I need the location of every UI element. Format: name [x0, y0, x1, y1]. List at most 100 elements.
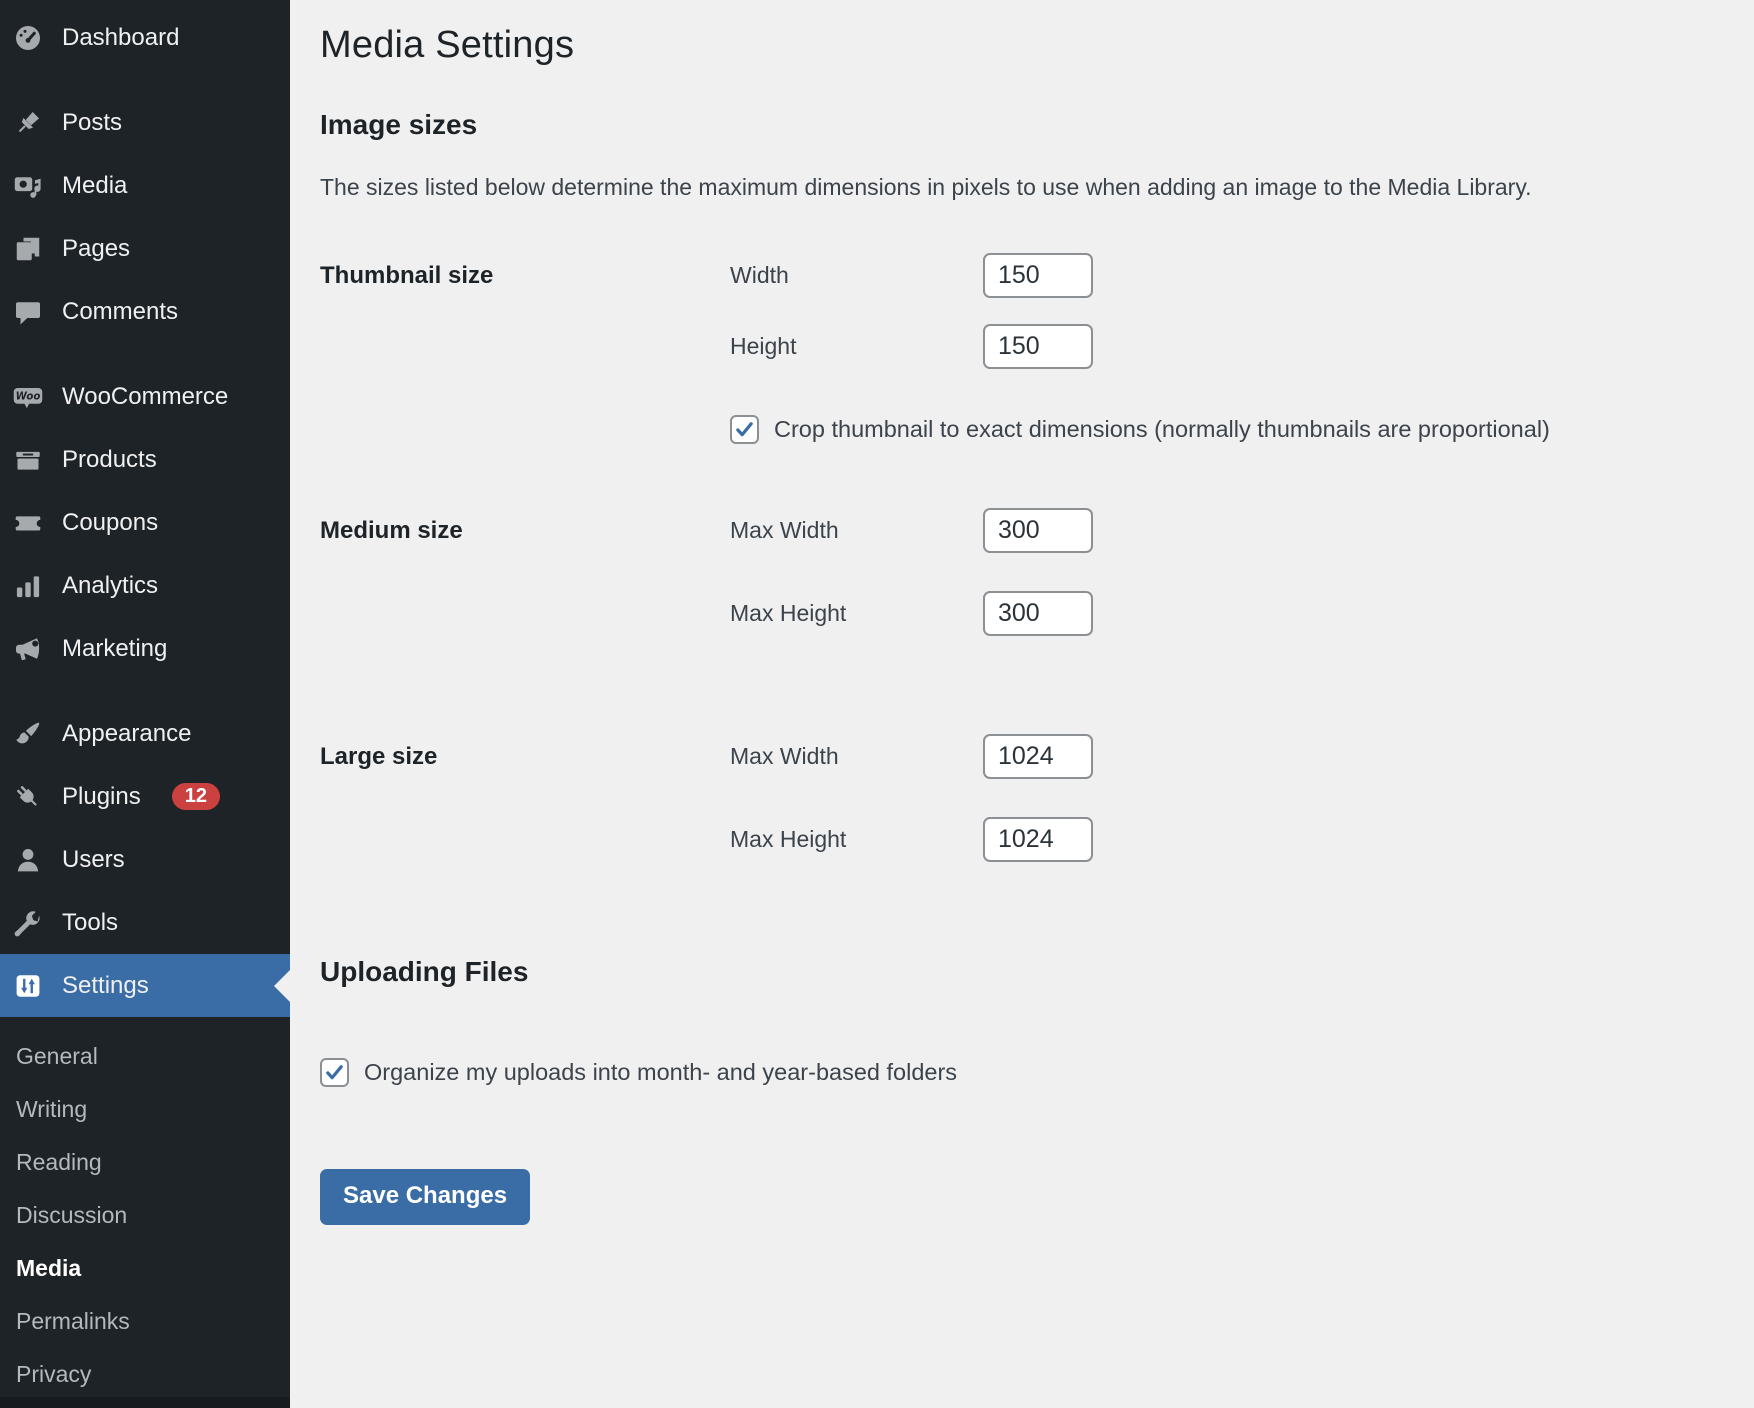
organize-uploads-line: Organize my uploads into month- and year… — [320, 1058, 1714, 1087]
active-item-arrow — [274, 970, 290, 1002]
sidebar-item-label: Users — [62, 846, 125, 874]
checkmark-icon — [325, 1063, 344, 1082]
sidebar-item-label: Settings — [62, 972, 149, 1000]
sidebar-item-label: Pages — [62, 235, 130, 263]
plug-icon — [13, 782, 43, 812]
sidebar-item-label: Comments — [62, 298, 178, 326]
sidebar-subitem-discussion[interactable]: Discussion — [0, 1189, 290, 1242]
checkmark-icon — [735, 420, 754, 439]
media-settings-page: Media Settings Image sizes The sizes lis… — [290, 0, 1754, 1408]
medium-max-width-line: Max Width — [730, 508, 1714, 553]
settings-submenu: General Writing Reading Discussion Media… — [0, 1017, 290, 1401]
medium-max-height-line: Max Height — [730, 591, 1714, 636]
bar-chart-icon — [13, 571, 43, 601]
admin-sidebar: Dashboard Posts Media Pages Commen — [0, 0, 290, 1408]
image-sizes-heading: Image sizes — [320, 109, 1714, 141]
stacked-pages-icon — [13, 234, 43, 264]
sidebar-item-label: WooCommerce — [62, 383, 228, 411]
sidebar-item-coupons[interactable]: Coupons — [0, 491, 290, 554]
menu-separator — [0, 69, 290, 91]
sidebar-item-label: Plugins — [62, 783, 141, 811]
medium-max-height-input[interactable] — [983, 591, 1093, 636]
thumbnail-height-input[interactable] — [983, 324, 1093, 369]
large-max-width-label: Max Width — [730, 743, 983, 770]
sidebar-item-analytics[interactable]: Analytics — [0, 554, 290, 617]
product-box-icon — [13, 445, 43, 475]
thumbnail-height-line: Height — [730, 324, 1714, 369]
large-max-width-line: Max Width — [730, 734, 1714, 779]
thumbnail-size-fields: Width Height Crop thumbnail to exact dim… — [730, 253, 1714, 444]
megaphone-icon — [13, 634, 43, 664]
sidebar-item-plugins[interactable]: Plugins 12 — [0, 765, 290, 828]
sidebar-item-label: Analytics — [62, 572, 158, 600]
organize-uploads-label: Organize my uploads into month- and year… — [364, 1059, 957, 1086]
sidebar-item-users[interactable]: Users — [0, 828, 290, 891]
page-title: Media Settings — [320, 24, 1714, 67]
sidebar-subitem-general[interactable]: General — [0, 1030, 290, 1083]
admin-menu: Dashboard Posts Media Pages Commen — [0, 0, 290, 1017]
uploading-files-heading: Uploading Files — [320, 956, 1714, 988]
sidebar-item-media[interactable]: Media — [0, 154, 290, 217]
sidebar-item-dashboard[interactable]: Dashboard — [0, 6, 290, 69]
medium-size-label: Medium size — [320, 508, 730, 636]
svg-text:Woo: Woo — [16, 391, 41, 402]
paintbrush-icon — [13, 719, 43, 749]
sidebar-item-label: Coupons — [62, 509, 158, 537]
thumbnail-width-input[interactable] — [983, 253, 1093, 298]
medium-max-height-label: Max Height — [730, 600, 983, 627]
medium-size-row: Medium size Max Width Max Height — [320, 508, 1714, 636]
medium-size-fields: Max Width Max Height — [730, 508, 1714, 636]
crop-thumbnail-checkbox[interactable] — [730, 415, 759, 444]
sidebar-item-appearance[interactable]: Appearance — [0, 702, 290, 765]
large-max-height-label: Max Height — [730, 826, 983, 853]
sidebar-item-woocommerce[interactable]: Woo WooCommerce — [0, 365, 290, 428]
sidebar-item-label: Tools — [62, 909, 118, 937]
sidebar-subitem-permalinks[interactable]: Permalinks — [0, 1295, 290, 1348]
sidebar-item-label: Appearance — [62, 720, 191, 748]
thumbnail-size-label: Thumbnail size — [320, 253, 730, 444]
sidebar-item-settings[interactable]: Settings — [0, 954, 290, 1017]
sidebar-subitem-reading[interactable]: Reading — [0, 1136, 290, 1189]
save-changes-button[interactable]: Save Changes — [320, 1169, 530, 1225]
sidebar-bottom-strip — [0, 1397, 290, 1408]
menu-separator — [0, 680, 290, 702]
sidebar-item-label: Posts — [62, 109, 122, 137]
sidebar-item-pages[interactable]: Pages — [0, 217, 290, 280]
large-max-width-input[interactable] — [983, 734, 1093, 779]
user-icon — [13, 845, 43, 875]
sidebar-item-tools[interactable]: Tools — [0, 891, 290, 954]
sidebar-item-posts[interactable]: Posts — [0, 91, 290, 154]
sidebar-subitem-writing[interactable]: Writing — [0, 1083, 290, 1136]
update-count-badge: 12 — [172, 783, 220, 810]
sidebar-item-products[interactable]: Products — [0, 428, 290, 491]
sidebar-item-marketing[interactable]: Marketing — [0, 617, 290, 680]
thumbnail-width-line: Width — [730, 253, 1714, 298]
ticket-icon — [13, 508, 43, 538]
sidebar-subitem-privacy[interactable]: Privacy — [0, 1348, 290, 1401]
large-max-height-input[interactable] — [983, 817, 1093, 862]
sidebar-item-label: Marketing — [62, 635, 167, 663]
sliders-icon — [13, 971, 43, 1001]
pushpin-icon — [13, 108, 43, 138]
sidebar-item-comments[interactable]: Comments — [0, 280, 290, 343]
large-size-fields: Max Width Max Height — [730, 734, 1714, 862]
medium-max-width-input[interactable] — [983, 508, 1093, 553]
sidebar-subitem-media[interactable]: Media — [0, 1242, 290, 1295]
comment-bubble-icon — [13, 297, 43, 327]
crop-thumbnail-line: Crop thumbnail to exact dimensions (norm… — [730, 415, 1714, 444]
sidebar-item-label: Media — [62, 172, 127, 200]
large-size-label: Large size — [320, 734, 730, 862]
organize-uploads-checkbox[interactable] — [320, 1058, 349, 1087]
thumbnail-size-row: Thumbnail size Width Height Crop thumbna… — [320, 253, 1714, 444]
thumbnail-height-label: Height — [730, 333, 983, 360]
image-sizes-description: The sizes listed below determine the max… — [320, 174, 1714, 201]
large-max-height-line: Max Height — [730, 817, 1714, 862]
large-size-row: Large size Max Width Max Height — [320, 734, 1714, 862]
sidebar-item-label: Products — [62, 446, 157, 474]
sidebar-item-label: Dashboard — [62, 24, 179, 52]
medium-max-width-label: Max Width — [730, 517, 983, 544]
woocommerce-logo-icon: Woo — [13, 382, 43, 412]
thumbnail-width-label: Width — [730, 262, 983, 289]
crop-thumbnail-label: Crop thumbnail to exact dimensions (norm… — [774, 416, 1550, 443]
wrench-icon — [13, 908, 43, 938]
